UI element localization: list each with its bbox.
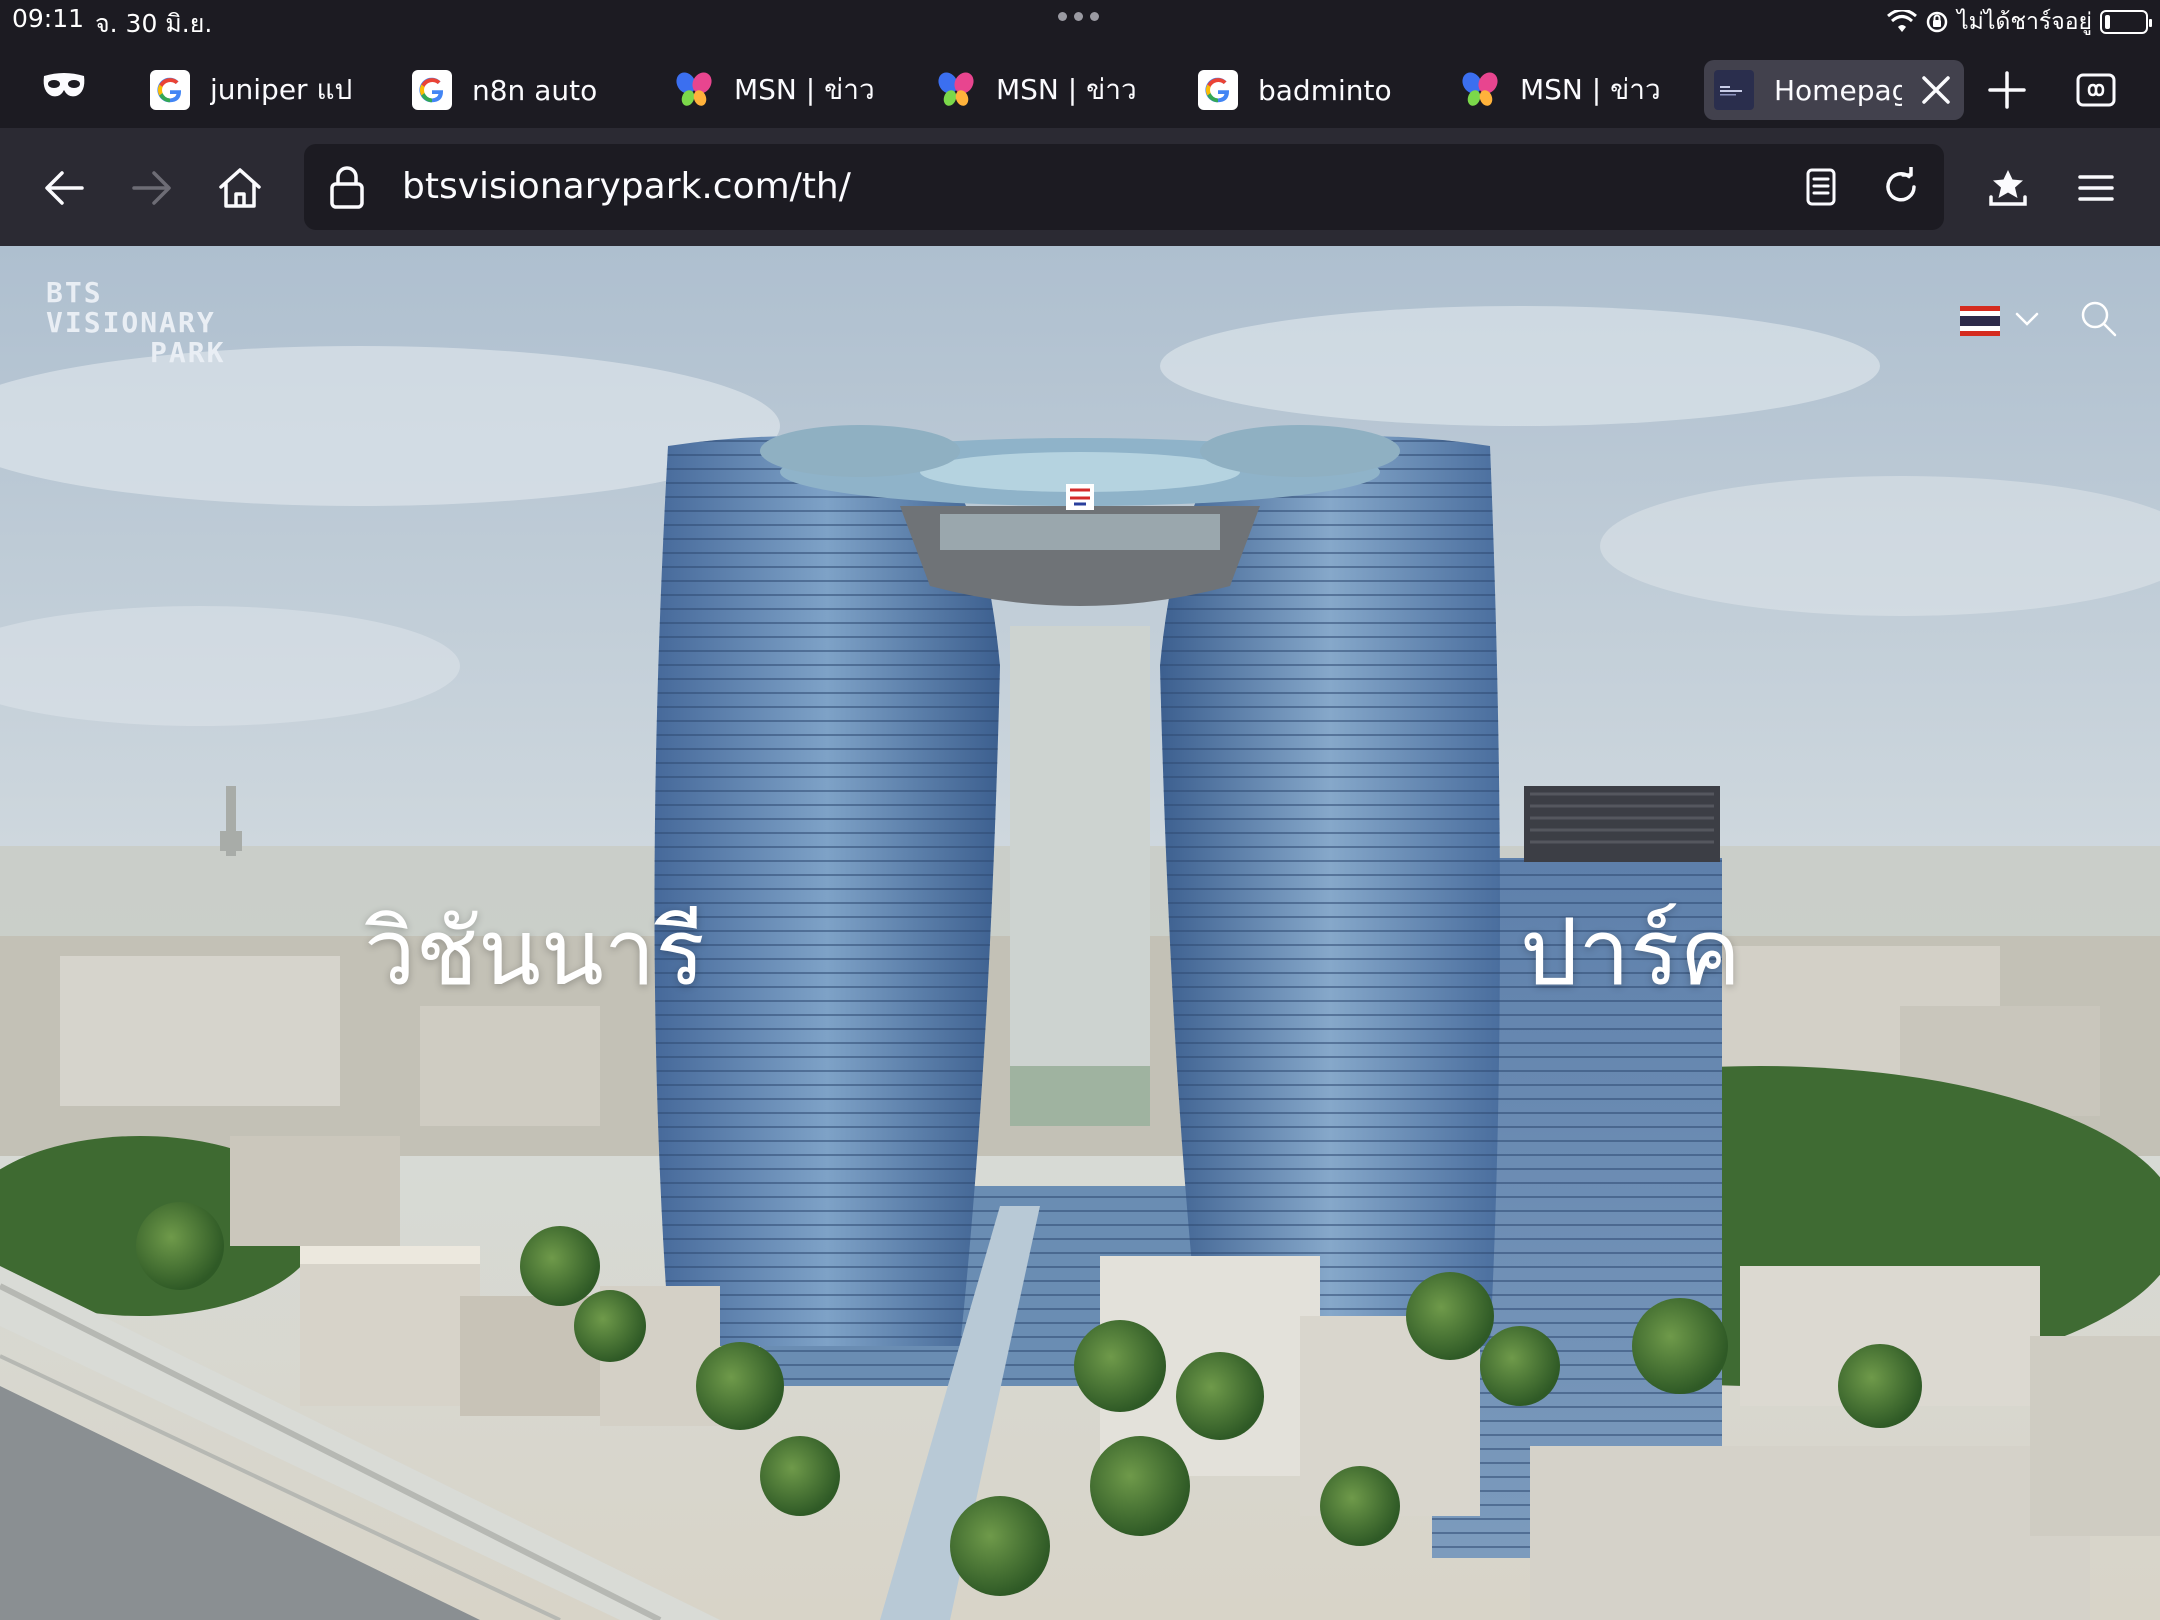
bookmarks-button[interactable] <box>1978 158 2038 218</box>
tab-strip: juniper แป n8n auto MSN | ข่าว MSN | ข่า… <box>0 40 2160 128</box>
url-text[interactable]: btsvisionarypark.com/th/ <box>402 166 851 207</box>
msn-icon <box>936 70 976 110</box>
hamburger-menu-icon <box>2078 175 2114 201</box>
orientation-lock-icon <box>1926 11 1948 33</box>
tab-label: n8n auto <box>472 73 598 107</box>
tab-juniper[interactable]: juniper แป <box>140 60 380 120</box>
close-tab-icon[interactable] <box>1918 72 1954 108</box>
reload-button[interactable] <box>1874 160 1928 214</box>
tab-badminton[interactable]: badminto <box>1188 60 1428 120</box>
msn-icon <box>674 70 714 110</box>
url-bar[interactable]: btsvisionarypark.com/th/ <box>304 144 1944 230</box>
logo-line-visionary: VISIONARY <box>46 306 216 339</box>
tab-msn-1[interactable]: MSN | ข่าว <box>664 60 904 120</box>
nav-toolbar: btsvisionarypark.com/th/ <box>0 128 2160 246</box>
plus-icon <box>1988 71 2026 109</box>
tab-msn-3[interactable]: MSN | ข่าว <box>1450 60 1690 120</box>
back-arrow-icon <box>45 171 84 205</box>
tab-n8n[interactable]: n8n auto <box>402 60 642 120</box>
bts-icon <box>1714 70 1754 110</box>
web-page: BTS VISIONARY PARK วิชันนารี ปาร์ค <box>0 246 2160 1620</box>
charging-status-text: ไม่ได้ชาร์จอยู่ <box>1957 9 2092 35</box>
google-icon <box>150 70 190 110</box>
status-time: 09:11 <box>12 4 85 33</box>
home-icon <box>219 168 261 208</box>
msn-icon <box>1460 70 1500 110</box>
status-bar: 09:11 จ. 30 มิ.ย. ไม่ได้ชาร์จอยู่ <box>0 0 2160 40</box>
tab-label: badminto <box>1258 73 1392 107</box>
logo-line-bts: BTS <box>46 276 103 309</box>
private-browsing-mask-icon[interactable] <box>40 68 88 102</box>
forward-arrow-icon <box>132 171 171 205</box>
reload-icon <box>1886 167 1916 202</box>
lock-icon[interactable] <box>324 164 370 210</box>
reader-view-icon <box>1806 168 1836 206</box>
private-tabs-icon <box>2076 73 2116 107</box>
google-icon <box>1198 70 1238 110</box>
multitasking-dots-icon[interactable] <box>1058 12 1099 21</box>
hero-title-park: ปาร์ค <box>1520 899 1742 1006</box>
site-logo[interactable]: BTS VISIONARY PARK <box>46 276 266 369</box>
tab-msn-2[interactable]: MSN | ข่าว <box>926 60 1166 120</box>
tab-homepage-active[interactable]: Homepag <box>1704 60 1964 120</box>
search-icon[interactable] <box>2078 298 2118 338</box>
tab-overview-button[interactable] <box>2066 60 2126 120</box>
wifi-icon <box>1887 10 1918 32</box>
home-button[interactable] <box>210 158 270 218</box>
new-tab-button[interactable] <box>1977 60 2037 120</box>
tab-label: MSN | ข่าว <box>1520 73 1661 106</box>
status-date: จ. 30 มิ.ย. <box>95 9 213 38</box>
chevron-down-icon[interactable] <box>2012 304 2042 334</box>
logo-line-park: PARK <box>150 336 226 369</box>
bookmark-star-icon <box>1989 170 2027 206</box>
thailand-flag-icon[interactable] <box>1960 306 2000 336</box>
hero-image <box>0 246 2160 1620</box>
tab-label: MSN | ข่าว <box>996 73 1137 106</box>
status-right: ไม่ได้ชาร์จอยู่ <box>1887 4 2152 40</box>
hero-title-visionary: วิชันนารี <box>364 899 705 1006</box>
tab-label: juniper แป <box>210 73 353 106</box>
forward-button[interactable] <box>122 158 182 218</box>
tab-label: Homepag <box>1774 73 1902 107</box>
back-button[interactable] <box>34 158 94 218</box>
battery-icon <box>2100 10 2152 34</box>
tab-label: MSN | ข่าว <box>734 73 875 106</box>
google-icon <box>412 70 452 110</box>
menu-button[interactable] <box>2066 158 2126 218</box>
reader-view-button[interactable] <box>1794 160 1848 214</box>
